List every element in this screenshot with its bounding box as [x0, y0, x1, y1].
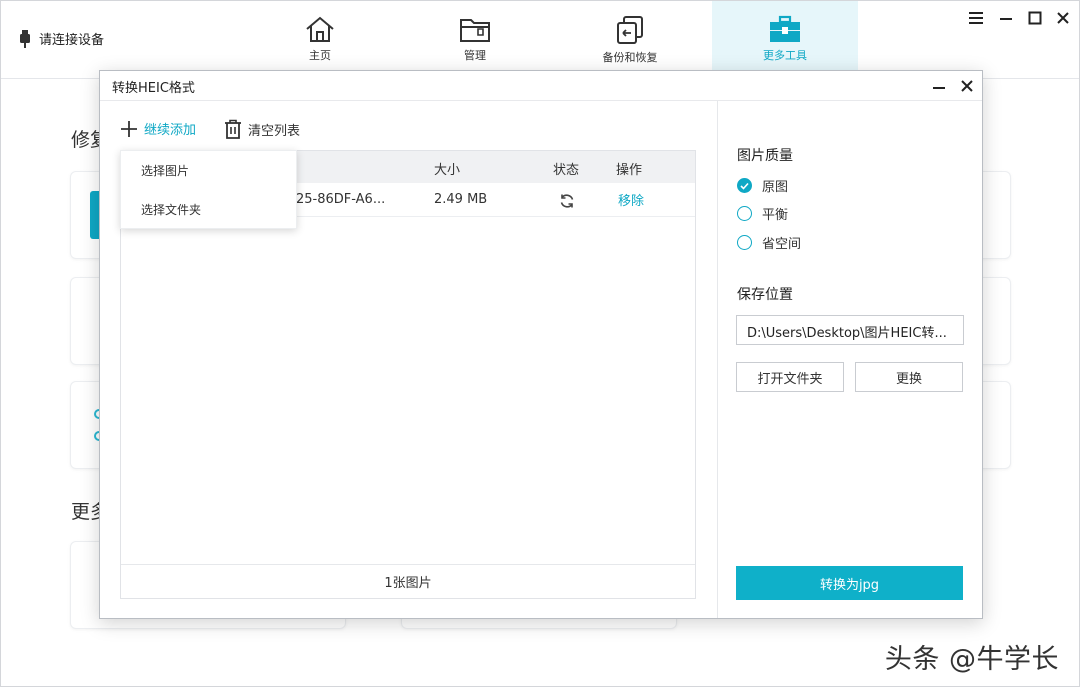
device-status-label: 请连接设备 [39, 33, 105, 48]
select-folder-option[interactable]: 选择文件夹 [141, 201, 201, 218]
open-folder-button[interactable]: 打开文件夹 [736, 362, 844, 392]
save-location-heading: 保存位置 [737, 287, 793, 303]
nav-tab-label: 更多工具 [763, 49, 807, 62]
quality-option-label: 省空间 [762, 237, 802, 252]
heic-convert-dialog: 转换HEIC格式 继续添加 清空列表 大小 状态 操作 25-86DF-A6..… [99, 70, 983, 619]
radio-unchecked-icon [737, 206, 752, 221]
column-status: 状态 [553, 163, 580, 178]
backup-restore-icon [617, 16, 643, 44]
quality-option-original[interactable]: 原图 [737, 176, 788, 195]
watermark: 头条 @牛学长 [884, 644, 1059, 675]
dialog-titlebar-divider [100, 100, 982, 101]
quality-option-balanced[interactable]: 平衡 [737, 204, 788, 223]
home-icon [306, 16, 334, 42]
maximize-icon[interactable] [1024, 7, 1046, 29]
menu-icon[interactable] [965, 7, 987, 29]
nav-tab-backup-restore[interactable]: 备份和恢复 [557, 1, 703, 71]
refresh-icon [559, 193, 575, 213]
dialog-close-icon[interactable] [956, 75, 978, 97]
side-panel-divider [717, 101, 718, 618]
plus-icon [121, 120, 137, 137]
column-size: 大小 [434, 163, 461, 178]
close-icon[interactable] [1052, 7, 1074, 29]
dialog-minimize-icon[interactable] [928, 75, 950, 97]
nav-tab-manage[interactable]: 管理 [402, 1, 548, 71]
folder-icon [460, 19, 490, 42]
app-window: 请连接设备 主页 管理 备份和恢复 更多工具 修复 更多 转换HEIC格式 继续… [0, 0, 1080, 687]
toolbox-icon [770, 15, 800, 42]
quality-option-save-space[interactable]: 省空间 [737, 233, 801, 252]
continue-add-button[interactable]: 继续添加 [120, 119, 196, 138]
nav-tab-more-tools[interactable]: 更多工具 [712, 1, 858, 71]
minimize-icon[interactable] [995, 7, 1017, 29]
radio-checked-icon [737, 178, 752, 193]
quality-option-label: 平衡 [762, 208, 789, 223]
top-bar: 请连接设备 主页 管理 备份和恢复 更多工具 [1, 1, 1079, 79]
file-name: 25-86DF-A6... [296, 192, 386, 207]
column-action: 操作 [616, 163, 643, 178]
nav-tab-home[interactable]: 主页 [247, 1, 393, 71]
file-count: 1张图片 [121, 564, 695, 598]
radio-unchecked-icon [737, 235, 752, 250]
nav-tab-label: 管理 [464, 49, 486, 62]
dialog-title: 转换HEIC格式 [112, 81, 195, 96]
quality-option-label: 原图 [762, 180, 789, 195]
clear-list-label: 清空列表 [248, 123, 301, 139]
continue-add-label: 继续添加 [144, 123, 197, 138]
trash-icon [225, 119, 241, 139]
quality-heading: 图片质量 [737, 148, 793, 164]
remove-link[interactable]: 移除 [618, 190, 644, 209]
change-location-button[interactable]: 更换 [855, 362, 963, 392]
usb-plug-icon [20, 29, 30, 48]
save-path-field[interactable]: D:\Users\Desktop\图片HEIC转... [736, 315, 964, 345]
device-status: 请连接设备 [19, 29, 104, 48]
clear-list-button[interactable]: 清空列表 [224, 119, 300, 139]
nav-tab-label: 主页 [309, 49, 331, 62]
select-images-option[interactable]: 选择图片 [141, 162, 189, 179]
convert-to-jpg-button[interactable]: 转换为jpg [736, 566, 963, 600]
nav-tab-label: 备份和恢复 [602, 51, 658, 64]
add-dropdown-menu: 选择图片 选择文件夹 [120, 150, 297, 229]
file-size: 2.49 MB [434, 192, 488, 207]
